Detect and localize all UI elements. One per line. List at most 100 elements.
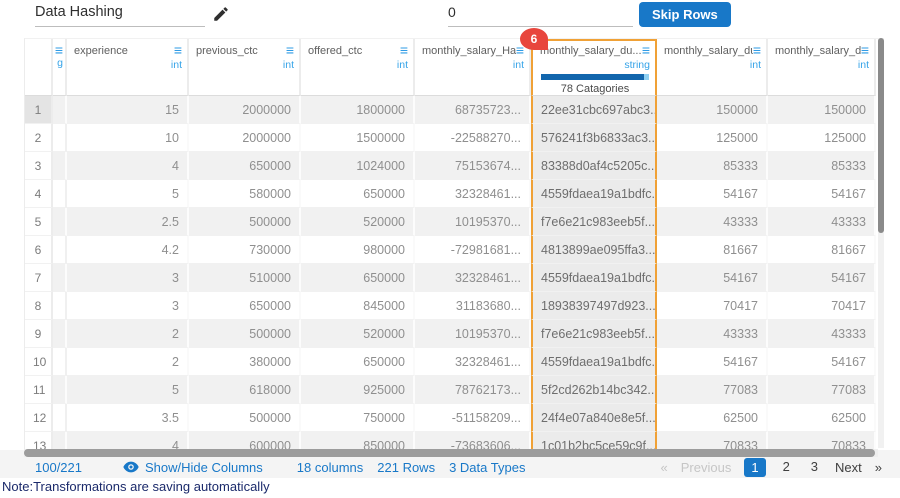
cell: 32328461...	[415, 264, 531, 292]
vertical-scrollbar[interactable]	[878, 38, 884, 448]
column-type-label: g	[54, 57, 63, 69]
page-button-3[interactable]: 3	[807, 458, 822, 477]
cell: 78762173...	[415, 376, 531, 404]
column-name: experience	[74, 45, 128, 58]
table-row: 21020000001500000-22588270...576241f3b68…	[25, 124, 876, 152]
cell: 600000	[189, 432, 301, 449]
cell: 850000	[301, 432, 415, 449]
table-row: 10238000065000032328461...4559fdaea19a1b…	[25, 348, 876, 376]
column-menu-icon[interactable]: ≡	[642, 45, 650, 56]
cell: -22588270...	[415, 124, 531, 152]
cell: 24f4e07a840e8e5f...	[531, 404, 657, 432]
cell: 500000	[189, 208, 301, 236]
cell	[53, 404, 67, 432]
column-menu-icon[interactable]: ≡	[753, 45, 761, 56]
table-row: 7351000065000032328461...4559fdaea19a1bd…	[25, 264, 876, 292]
row-number: 4	[25, 180, 53, 208]
cell: 2.5	[67, 208, 189, 236]
table-row: 52.550000052000010195370...f7e6e21c983ee…	[25, 208, 876, 236]
cell: 31183680...	[415, 292, 531, 320]
loaded-rows-indicator: 100/221	[35, 460, 95, 475]
page-button-2[interactable]: 2	[779, 458, 794, 477]
vertical-scrollbar-thumb[interactable]	[878, 38, 884, 233]
stat-rows: 221 Rows	[377, 460, 435, 475]
row-number: 7	[25, 264, 53, 292]
cell	[53, 152, 67, 180]
column-name: previous_ctc	[196, 45, 258, 58]
horizontal-scrollbar-thumb[interactable]	[24, 449, 875, 457]
cell: 77083	[768, 376, 876, 404]
column-menu-icon[interactable]: ≡	[286, 45, 294, 56]
cell	[53, 432, 67, 449]
column-menu-icon[interactable]: ≡	[516, 45, 524, 56]
column-header-monthly_salary_Ha[interactable]: monthly_salary_Ha...≡int	[415, 39, 531, 96]
cell: 845000	[301, 292, 415, 320]
stat-datatypes: 3 Data Types	[449, 460, 525, 475]
cell: 4.2	[67, 236, 189, 264]
table-row: 11561800092500078762173...5f2cd262b14bc3…	[25, 376, 876, 404]
cell	[53, 180, 67, 208]
table-row: 34650000102400075153674...83388d0af4c520…	[25, 152, 876, 180]
cell: 618000	[189, 376, 301, 404]
dataset-stats: 18 columns 221 Rows 3 Data Types	[297, 460, 526, 475]
skip-rows-button[interactable]: Skip Rows	[639, 2, 731, 27]
column-menu-icon[interactable]: ≡	[400, 45, 408, 56]
cell: 70833	[657, 432, 768, 449]
skip-rows-input[interactable]	[448, 2, 633, 27]
cell: 70417	[768, 292, 876, 320]
cell: 500000	[189, 404, 301, 432]
cell: f7e6e21c983eeb5f...	[531, 208, 657, 236]
column-name: monthly_salary_du...	[664, 45, 753, 58]
cell: 520000	[301, 208, 415, 236]
cell: f7e6e21c983eeb5f...	[531, 320, 657, 348]
cell: 4559fdaea19a1bdfc...	[531, 180, 657, 208]
column-menu-icon[interactable]: ≡	[861, 45, 869, 56]
next-page-arrow[interactable]: »	[875, 460, 882, 475]
column-header-offered_ctc[interactable]: offered_ctc≡int	[301, 39, 415, 96]
cell: 43333	[768, 208, 876, 236]
cell: 2000000	[189, 124, 301, 152]
column-type-label: int	[308, 59, 408, 71]
stat-columns: 18 columns	[297, 460, 363, 475]
show-hide-columns-label: Show/Hide Columns	[145, 460, 263, 475]
next-page-button[interactable]: Next	[835, 460, 862, 475]
column-header-experience[interactable]: experience≡int	[67, 39, 189, 96]
column-type-label: int	[196, 59, 294, 71]
cell: 150000	[657, 96, 768, 124]
column-header-previous_ctc[interactable]: previous_ctc ≡ int	[189, 39, 301, 96]
cell: 10	[67, 124, 189, 152]
edit-title-pencil-icon[interactable]	[212, 5, 230, 23]
column-header-monthly_salary_du[interactable]: monthly_salary_du...≡int	[768, 39, 876, 96]
column-menu-icon[interactable]: ≡	[174, 45, 182, 56]
cell: 3	[67, 292, 189, 320]
show-hide-columns-button[interactable]: Show/Hide Columns	[123, 460, 263, 475]
cell: -73683606...	[415, 432, 531, 449]
category-distribution-bar	[541, 74, 649, 80]
column-header-monthly_salary_du[interactable]: monthly_salary_du...≡string78 Catagories	[531, 39, 657, 96]
cell: 18938397497d923...	[531, 292, 657, 320]
cell: 380000	[189, 348, 301, 376]
cell: 70417	[657, 292, 768, 320]
column-menu-icon[interactable]: ≡	[55, 45, 63, 56]
cell: 3.5	[67, 404, 189, 432]
column-type-label: int	[664, 59, 761, 71]
cell: 32328461...	[415, 348, 531, 376]
dataset-title-input[interactable]	[35, 2, 205, 27]
row-number: 6	[25, 236, 53, 264]
column-header-clipped[interactable]: ≡g	[53, 39, 67, 96]
row-number: 1	[25, 96, 53, 124]
cell: 62500	[768, 404, 876, 432]
cell: 4	[67, 432, 189, 449]
row-number: 2	[25, 124, 53, 152]
cell: 650000	[301, 264, 415, 292]
row-number: 8	[25, 292, 53, 320]
row-number-header	[25, 39, 53, 96]
table-row: 8365000084500031183680...18938397497d923…	[25, 292, 876, 320]
column-header-monthly_salary_du[interactable]: monthly_salary_du...≡ int	[657, 39, 768, 96]
cell: 54167	[768, 348, 876, 376]
table-row: 1152000000180000068735723...22ee31cbc697…	[25, 96, 876, 124]
cell: 580000	[189, 180, 301, 208]
cell: 2000000	[189, 96, 301, 124]
cell: 81667	[657, 236, 768, 264]
horizontal-scrollbar[interactable]	[24, 449, 878, 457]
